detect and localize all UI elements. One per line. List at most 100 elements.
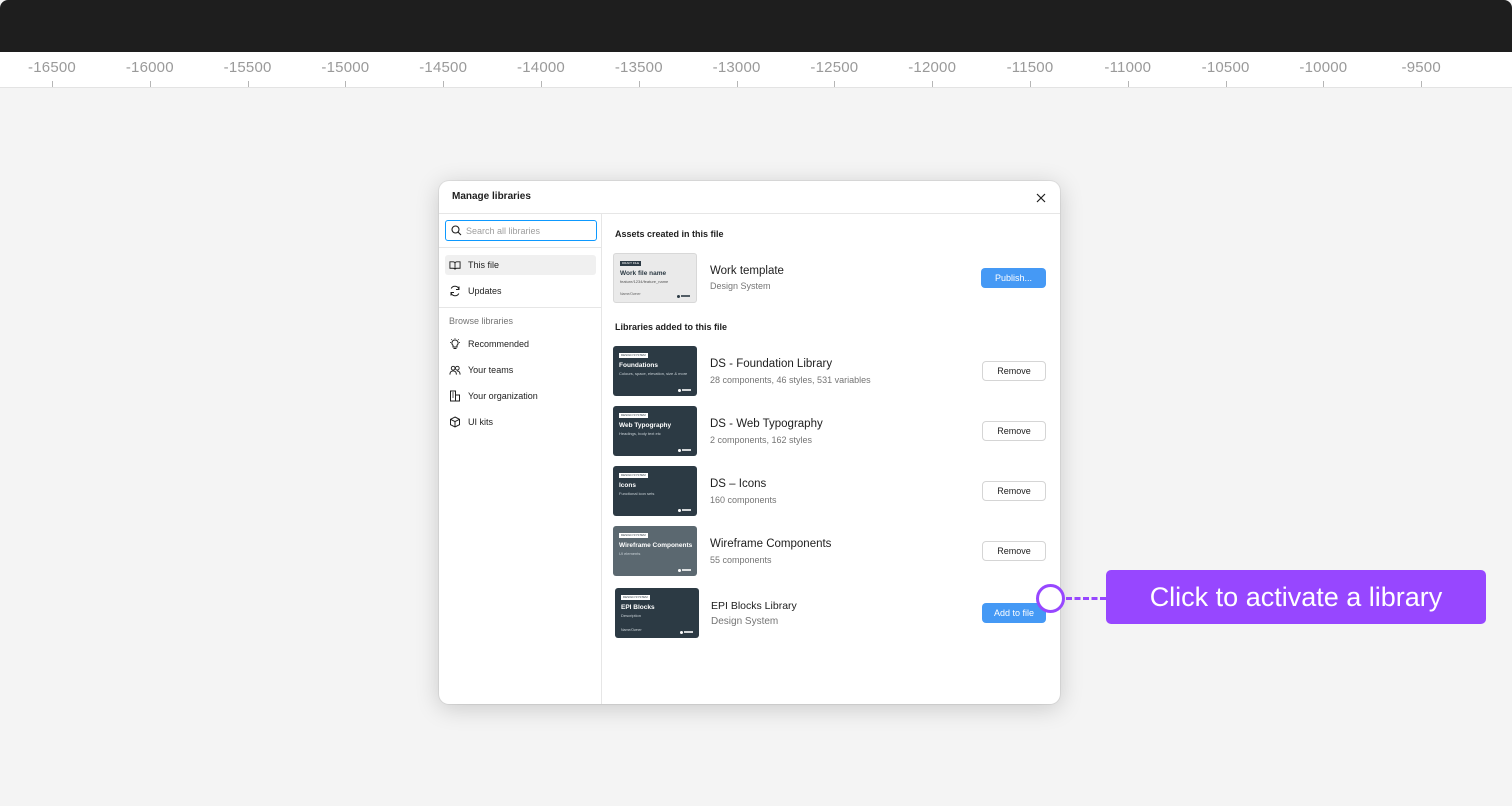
ruler-tick-label: -13000 xyxy=(712,59,761,76)
library-thumbnail: DESIGN SYSTEM Foundations Colours, space… xyxy=(613,346,697,396)
library-row: DESIGN SYSTEM Foundations Colours, space… xyxy=(613,346,1048,398)
thumbnail-subtitle: Functional icon sets xyxy=(619,491,655,496)
dialog-header: Manage libraries xyxy=(439,181,1060,214)
remove-button[interactable]: Remove xyxy=(982,361,1046,381)
library-name: DS – Icons xyxy=(710,478,767,490)
ruler-tick-label: -14000 xyxy=(517,59,565,76)
library-thumbnail: DESIGN SYSTEM Icons Functional icon sets xyxy=(613,466,697,516)
thumbnail-badge: DESIGN SYSTEM xyxy=(619,533,648,538)
current-file-row: DRAFT FILE Work file name feature/1234/f… xyxy=(613,253,1048,305)
thumbnail-title: Web Typography xyxy=(619,422,672,429)
book-icon xyxy=(449,259,461,271)
ruler-tick-mark xyxy=(443,81,445,87)
search-field[interactable] xyxy=(445,220,597,241)
ruler-tick-label: -16000 xyxy=(125,59,174,76)
sidebar-item-label: UI kits xyxy=(468,417,494,427)
refresh-icon xyxy=(449,285,461,297)
horizontal-ruler: -16500 -16000 -15500 -15000 -14500 -14000 -135… xyxy=(0,52,1512,88)
sidebar-item-this-file[interactable]: This file xyxy=(445,255,596,275)
brand-logo-icon xyxy=(677,294,691,298)
thumbnail-badge: DRAFT FILE xyxy=(620,261,642,266)
thumbnail-title: Foundations xyxy=(619,362,658,369)
remove-button[interactable]: Remove xyxy=(982,421,1046,441)
thumbnail-title: Wireframe Components xyxy=(619,542,693,549)
remove-button[interactable]: Remove xyxy=(982,541,1046,561)
search-input[interactable] xyxy=(466,225,586,236)
library-thumbnail: DESIGN SYSTEM EPI Blocks Description Nam… xyxy=(615,588,699,638)
ruler-tick-mark xyxy=(1127,81,1129,87)
ruler-tick-mark xyxy=(736,81,738,87)
thumbnail-footer: Name/Owner xyxy=(620,292,641,296)
ruler-tick-label: -12000 xyxy=(908,59,957,76)
ruler-tick-label: -15000 xyxy=(321,59,370,76)
ruler-tick-label: -9500 xyxy=(1401,59,1441,76)
thumbnail-badge: DESIGN SYSTEM xyxy=(621,595,650,600)
publish-button[interactable]: Publish... xyxy=(981,268,1046,288)
library-meta: 28 components, 46 styles, 531 variables xyxy=(710,375,871,385)
thumbnail-subtitle: Colours, space, elevation, size & more xyxy=(619,371,688,376)
sidebar-item-label: This file xyxy=(468,260,500,270)
sidebar-divider xyxy=(439,247,601,248)
dialog-sidebar: This file Updates Browse libraries Recom… xyxy=(439,214,602,704)
ruler-tick-mark xyxy=(1323,81,1325,87)
thumbnail-badge: DESIGN SYSTEM xyxy=(619,353,648,358)
library-name: DS - Foundation Library xyxy=(710,358,833,370)
thumbnail-badge: DESIGN SYSTEM xyxy=(619,473,648,478)
sidebar-item-your-organization[interactable]: Your organization xyxy=(445,386,596,406)
ruler-tick-mark xyxy=(247,81,249,87)
ruler-tick-label: -15500 xyxy=(223,59,272,76)
sidebar-item-label: Recommended xyxy=(468,339,530,349)
thumbnail-subtitle: feature/1234/feature_name xyxy=(620,279,669,284)
manage-libraries-dialog: Manage libraries This file Updates Brows… xyxy=(439,181,1060,704)
thumbnail-subtitle: Headings, body text etc xyxy=(619,431,661,436)
brand-logo-icon xyxy=(678,568,692,572)
sidebar-item-label: Updates xyxy=(468,286,502,296)
ruler-tick-label: -10000 xyxy=(1299,59,1348,76)
library-name: Work template xyxy=(710,265,784,277)
remove-button[interactable]: Remove xyxy=(982,481,1046,501)
top-toolbar xyxy=(0,0,1512,52)
dialog-content: Assets created in this file DRAFT FILE W… xyxy=(602,214,1060,704)
thumbnail-title: Icons xyxy=(619,482,636,489)
cube-icon xyxy=(449,416,461,428)
sidebar-item-your-teams[interactable]: Your teams xyxy=(445,360,596,380)
callout-marker xyxy=(1036,584,1065,613)
brand-logo-icon xyxy=(678,448,692,452)
library-meta: 2 components, 162 styles xyxy=(710,435,813,445)
libraries-section-title: Libraries added to this file xyxy=(615,322,728,332)
ruler-tick-mark xyxy=(345,81,347,87)
library-thumbnail: DRAFT FILE Work file name feature/1234/f… xyxy=(613,253,697,303)
thumbnail-footer: Name/Owner xyxy=(621,628,642,632)
brand-logo-icon xyxy=(678,508,692,512)
library-row: DESIGN SYSTEM Icons Functional icon sets… xyxy=(613,466,1048,518)
browse-libraries-heading: Browse libraries xyxy=(449,316,514,326)
ruler-tick-label: -14500 xyxy=(419,59,468,76)
ruler-tick-mark xyxy=(1225,81,1227,87)
add-to-file-button[interactable]: Add to file xyxy=(982,603,1046,623)
dialog-title: Manage libraries xyxy=(452,191,531,202)
close-button[interactable] xyxy=(1033,190,1049,206)
thumbnail-title: Work file name xyxy=(620,270,667,277)
ruler-tick-mark xyxy=(1030,81,1031,87)
brand-logo-icon xyxy=(680,630,694,634)
library-thumbnail: DESIGN SYSTEM Wireframe Components UI el… xyxy=(613,526,697,576)
library-name: Wireframe Components xyxy=(710,538,832,550)
thumbnail-title: EPI Blocks xyxy=(621,604,655,611)
library-name: EPI Blocks Library xyxy=(711,600,797,612)
people-icon xyxy=(449,364,461,376)
ruler-tick-label: -11000 xyxy=(1104,59,1152,76)
brand-logo-icon xyxy=(678,388,692,392)
ruler-tick-mark xyxy=(149,81,151,87)
ruler-tick-mark xyxy=(834,81,836,87)
ruler-tick-label: -16500 xyxy=(28,59,76,76)
ruler-tick-mark xyxy=(932,81,934,87)
ruler-tick-label: -12500 xyxy=(810,59,859,76)
sidebar-item-updates[interactable]: Updates xyxy=(445,281,596,301)
close-icon xyxy=(1036,193,1046,203)
sidebar-item-ui-kits[interactable]: UI kits xyxy=(445,412,596,432)
ruler-tick-label: -13500 xyxy=(614,59,663,76)
sidebar-item-label: Your teams xyxy=(468,365,514,375)
building-icon xyxy=(449,390,461,402)
library-row: DESIGN SYSTEM Web Typography Headings, b… xyxy=(613,406,1048,458)
sidebar-item-recommended[interactable]: Recommended xyxy=(445,334,596,354)
